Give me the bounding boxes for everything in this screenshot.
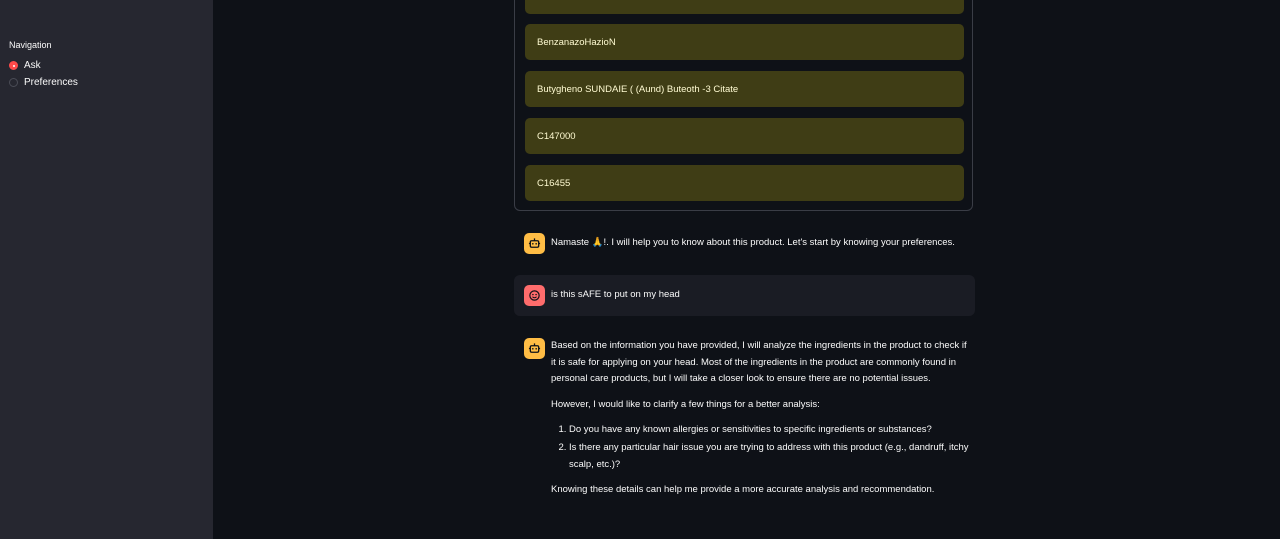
response-paragraph: Knowing these details can help me provid… [551,484,935,496]
chat-message-assistant: Based on the information you have provid… [514,330,975,535]
response-paragraph: Based on the information you have provid… [551,340,967,385]
nav-option-label: Ask [24,60,41,71]
radio-unselected-icon[interactable] [9,78,18,87]
navigation-title: Navigation [9,40,52,50]
ingredient-item: C16455 [525,165,964,201]
main-content: BenzanazoHazioN Butygheno SUNDAIE ( (Aun… [213,0,1280,539]
assistant-greeting-text: Namaste 🙏!. I will help you to know abou… [551,237,955,248]
nav-option-label: Preferences [24,77,78,88]
smiley-icon [529,290,540,301]
chat-message-user: is this sAFE to put on my head [514,275,975,316]
ingredients-container: BenzanazoHazioN Butygheno SUNDAIE ( (Aun… [514,0,973,211]
ingredient-item-partial [525,0,964,14]
radio-selected-icon[interactable] [9,61,18,70]
ingredient-item: C147000 [525,118,964,154]
nav-option-preferences[interactable]: Preferences [9,77,78,88]
response-paragraph: However, I would like to clarify a few t… [551,398,820,410]
ingredient-item: BenzanazoHazioN [525,24,964,60]
response-question-list: Do you have any known allergies or sensi… [551,422,973,473]
bot-avatar [524,233,545,254]
robot-icon [528,343,541,353]
robot-icon [528,238,541,248]
user-message-text: is this sAFE to put on my head [551,289,680,300]
bot-avatar [524,338,545,359]
assistant-response: Based on the information you have provid… [551,338,973,508]
user-avatar [524,285,545,306]
sidebar: Navigation Ask Preferences [0,0,213,539]
chat-message-assistant: Namaste 🙏!. I will help you to know abou… [514,226,975,262]
list-item: Do you have any known allergies or sensi… [569,422,973,439]
list-item: Is there any particular hair issue you a… [569,440,973,473]
nav-option-ask[interactable]: Ask [9,60,41,71]
ingredient-item: Butygheno SUNDAIE ( (Aund) Buteoth -3 Ci… [525,71,964,107]
